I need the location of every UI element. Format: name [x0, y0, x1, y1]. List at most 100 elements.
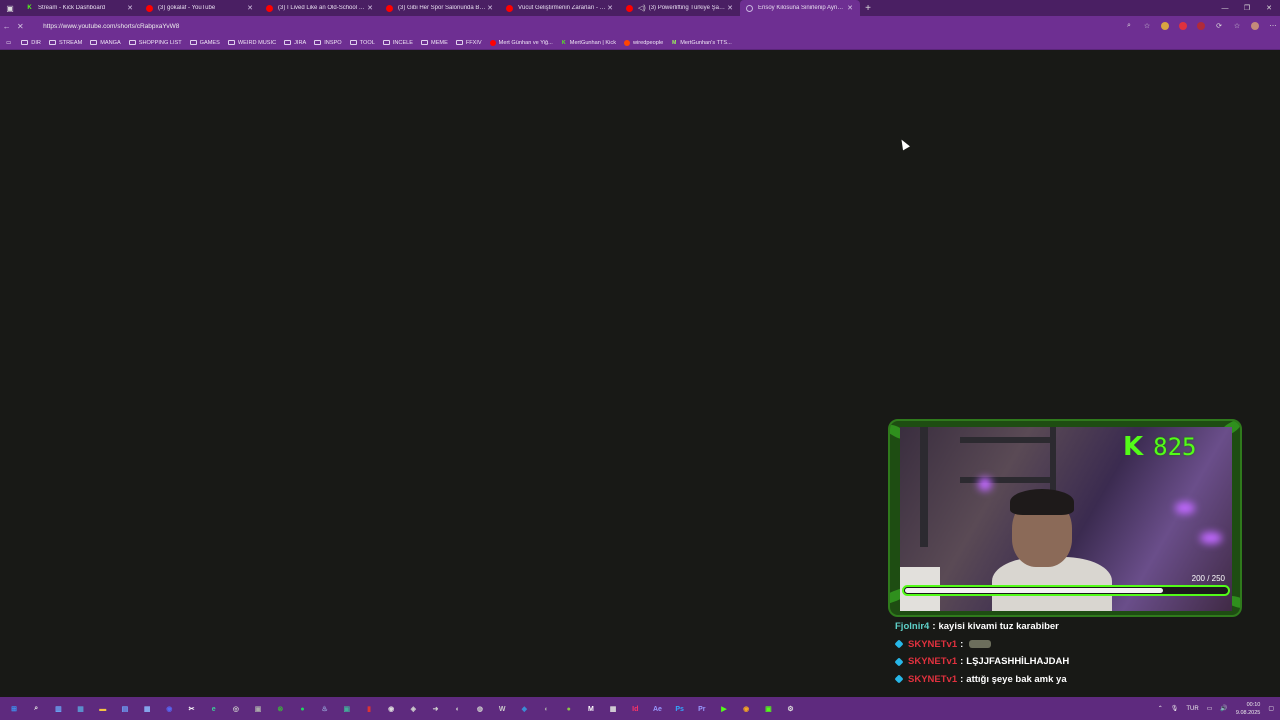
app-icon[interactable]: ▮: [361, 701, 377, 717]
bookmark-item[interactable]: DIR: [21, 40, 41, 46]
app-icon[interactable]: ▶: [716, 701, 732, 717]
app-icon[interactable]: ➜: [428, 701, 444, 717]
bookmark-item[interactable]: MEME: [421, 40, 448, 46]
extension-icon[interactable]: [1176, 19, 1190, 33]
close-icon[interactable]: ✕: [1258, 0, 1280, 16]
reading-list-icon[interactable]: ▭: [6, 40, 11, 46]
app-icon[interactable]: ●: [561, 701, 577, 717]
browser-tab[interactable]: (3) gokalaf - YouTube ✕: [140, 0, 260, 16]
app-icon[interactable]: ▣: [339, 701, 355, 717]
maximize-icon[interactable]: ❐: [1236, 0, 1258, 16]
steam-icon[interactable]: ♨: [317, 701, 333, 717]
network-icon[interactable]: ▭: [1207, 705, 1213, 712]
browser-tab[interactable]: (3) I Lived Like an Old-School Bo... ✕: [260, 0, 380, 16]
after-effects-icon[interactable]: Ae: [649, 701, 665, 717]
tab-actions-icon[interactable]: ▣: [0, 0, 20, 16]
tab-close-icon[interactable]: ✕: [606, 4, 614, 12]
app-icon[interactable]: ◍: [472, 701, 488, 717]
bookmark-item[interactable]: wiredpeople: [624, 39, 663, 46]
chat-text: attığı şeye bak amk ya: [966, 673, 1067, 685]
edge-icon[interactable]: e: [206, 701, 222, 717]
bookmark-item[interactable]: FFXIV: [455, 40, 482, 46]
app-icon[interactable]: ◈: [405, 701, 421, 717]
extension-icon[interactable]: [1194, 19, 1208, 33]
widgets-icon[interactable]: ▦: [73, 701, 89, 717]
tab-close-icon[interactable]: ✕: [246, 4, 254, 12]
volume-icon[interactable]: 🔊: [1220, 705, 1227, 712]
windows-start-icon[interactable]: ⊞: [6, 701, 22, 717]
kick-favicon-icon: K: [561, 39, 566, 46]
browser-tab[interactable]: ◁) (3) Powerlifting Türkiye Şam... ✕: [620, 0, 740, 16]
app-icon[interactable]: M: [583, 701, 599, 717]
bookmark-item[interactable]: STREAM: [48, 40, 82, 46]
photoshop-icon[interactable]: Ps: [672, 701, 688, 717]
tab-close-icon[interactable]: ✕: [366, 4, 374, 12]
bookmark-item[interactable]: INCELE: [382, 40, 413, 46]
bookmark-item[interactable]: GAMES: [189, 40, 220, 46]
new-tab-button[interactable]: +: [860, 3, 876, 14]
light-glow: [1200, 532, 1222, 544]
favorite-star-icon[interactable]: ☆: [1140, 19, 1154, 33]
app-icon[interactable]: ▦: [605, 701, 621, 717]
file-explorer-icon[interactable]: ▬: [95, 701, 111, 717]
profile-avatar[interactable]: [1248, 19, 1262, 33]
bookmark-item[interactable]: M MertGunhan's TTS...: [671, 40, 732, 46]
favorites-icon[interactable]: ☆: [1230, 19, 1244, 33]
task-view-icon[interactable]: ▥: [50, 701, 66, 717]
stop-icon[interactable]: ✕: [14, 16, 28, 36]
tab-close-icon[interactable]: ✕: [486, 4, 494, 12]
settings-icon[interactable]: ⚙: [783, 701, 799, 717]
language-indicator[interactable]: TUR: [1186, 706, 1198, 712]
youtube-favicon-icon: [489, 39, 496, 46]
system-tray: ⌃ 🎙 TUR ▭ 🔊 00:10 9.08.2025 ▢: [1150, 697, 1274, 720]
bookmark-item[interactable]: INSPO: [314, 40, 342, 46]
spotify-icon[interactable]: ●: [294, 701, 310, 717]
browser-tab[interactable]: Ensoy Kilosuna Sinirlenip Aynayı... ✕: [740, 0, 860, 16]
browser-tab[interactable]: K Stream - Kick Dashboard ✕: [20, 0, 140, 16]
notepad-icon[interactable]: ▤: [117, 701, 133, 717]
bookmark-item[interactable]: MANGA: [90, 40, 121, 46]
clock[interactable]: 00:10 9.08.2025: [1236, 701, 1260, 717]
refresh-icon[interactable]: ⟳: [1212, 19, 1226, 33]
more-menu-icon[interactable]: ⋯: [1266, 19, 1280, 33]
extension-icon[interactable]: [1158, 19, 1172, 33]
shelf: [960, 437, 1050, 443]
back-icon[interactable]: ←: [0, 16, 14, 36]
app-icon[interactable]: ◐: [450, 701, 466, 717]
calculator-icon[interactable]: ▦: [139, 701, 155, 717]
indesign-icon[interactable]: Id: [627, 701, 643, 717]
minimize-icon[interactable]: —: [1214, 0, 1236, 16]
app-icon[interactable]: ◐: [539, 701, 555, 717]
tab-close-icon[interactable]: ✕: [126, 4, 134, 12]
premiere-icon[interactable]: Pr: [694, 701, 710, 717]
wordpress-icon[interactable]: W: [494, 701, 510, 717]
bookmark-item[interactable]: WEIRD MUSIC: [227, 40, 276, 46]
audio-playing-icon[interactable]: ◁): [638, 4, 646, 12]
app-icon[interactable]: ▣: [760, 701, 776, 717]
bookmark-item[interactable]: TOOL: [349, 40, 375, 46]
browser-tab[interactable]: (3) Gibi Her Spor Salonunda Bulu... ✕: [380, 0, 500, 16]
chat-text: LŞJJFASHHİLHAJDAH: [966, 656, 1070, 668]
notification-icon[interactable]: ▢: [1268, 705, 1274, 712]
url-field[interactable]: https://www.youtube.com/shorts/cRabpxaYv…: [39, 19, 1116, 33]
bookmark-item[interactable]: SHOPPING LIST: [128, 40, 182, 46]
search-icon[interactable]: ⌕: [28, 701, 44, 717]
bookmark-item[interactable]: JIRA: [284, 40, 306, 46]
capcut-icon[interactable]: ✂: [184, 701, 200, 717]
bookmark-item[interactable]: Mert Günhan ve Yiğ...: [489, 39, 553, 46]
discord-icon[interactable]: ◉: [161, 701, 177, 717]
app-icon[interactable]: ◉: [738, 701, 754, 717]
obs-icon[interactable]: ◉: [383, 701, 399, 717]
github-icon[interactable]: ◎: [228, 701, 244, 717]
tray-expand-icon[interactable]: ⌃: [1158, 705, 1163, 712]
app-icon[interactable]: ◆: [516, 701, 532, 717]
tab-close-icon[interactable]: ✕: [726, 4, 734, 12]
xbox-icon[interactable]: ⊗: [272, 701, 288, 717]
browser-tab[interactable]: Vücut Geliştirmenin Zararları - Yo... ✕: [500, 0, 620, 16]
search-icon[interactable]: ⌕: [1122, 19, 1136, 33]
tab-close-icon[interactable]: ✕: [846, 4, 854, 12]
bookmark-item[interactable]: K MertGunhan | Kick: [561, 40, 616, 46]
microphone-icon[interactable]: 🎙: [1171, 705, 1179, 712]
app-icon[interactable]: ▣: [250, 701, 266, 717]
chat-message: SKYNETv1: attığı şeye bak amk ya: [894, 671, 1275, 689]
